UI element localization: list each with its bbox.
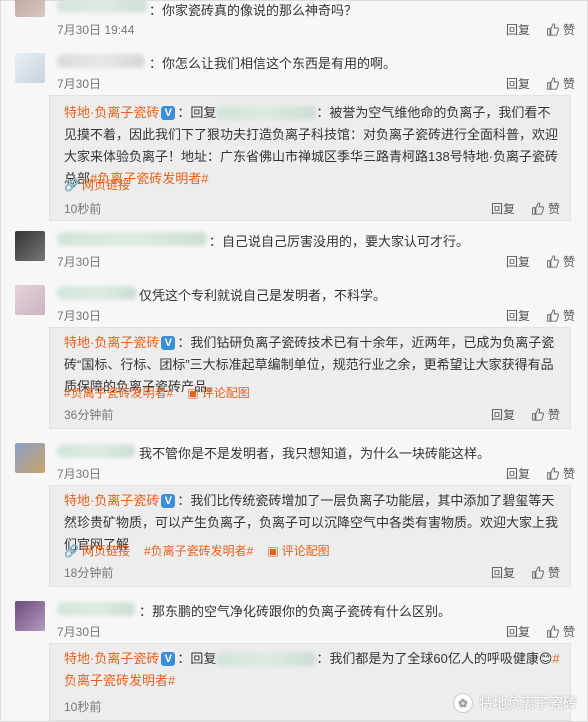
- official-reply: 特地·负离子瓷砖 V ：回复 ：被誉为空气维他命的负离子，我们看不见摸不着，因此我们下…: [49, 95, 571, 221]
- image-icon: ▣: [267, 543, 279, 558]
- reply-button[interactable]: 回复: [506, 21, 530, 38]
- web-link[interactable]: 🔗 网页链接: [64, 176, 130, 193]
- like-button[interactable]: 赞: [546, 307, 575, 324]
- hashtag-link[interactable]: #负离子瓷砖发明者#: [144, 542, 253, 559]
- username-blurred[interactable]: [57, 54, 145, 68]
- mention-blurred[interactable]: [216, 106, 317, 120]
- comment-item: 仅凭这个专利就说自己是发明者，不科学。 7月30日 回复 赞: [15, 285, 575, 325]
- avatar[interactable]: [15, 285, 45, 315]
- reply-button[interactable]: 回复: [506, 253, 530, 270]
- reply-time: 10秒前: [64, 202, 102, 216]
- reply-author[interactable]: 特地·负离子瓷砖: [64, 493, 159, 508]
- username-blurred[interactable]: [57, 444, 135, 458]
- reply-author[interactable]: 特地·负离子瓷砖: [64, 335, 159, 350]
- web-link[interactable]: 🔗 网页链接: [64, 542, 130, 559]
- link-icon: 🔗: [64, 177, 79, 192]
- username-blurred[interactable]: [57, 0, 147, 13]
- verified-badge-icon: V: [161, 494, 176, 508]
- comment-text: ：你怎么让我们相信这个东西是有用的啊。: [149, 56, 397, 71]
- reply-button[interactable]: 回复: [491, 406, 515, 423]
- avatar[interactable]: [15, 443, 45, 473]
- comment-text: 我不管你是不是发明者，我只想知道，为什么一块砖能这样。: [139, 446, 491, 461]
- comment-item: ：你怎么让我们相信这个东西是有用的啊。 7月30日 回复 赞: [15, 53, 575, 93]
- thumbs-up-icon: [532, 408, 544, 421]
- thumbs-up-icon: [547, 309, 559, 322]
- emoji-icon: 😊: [538, 651, 553, 666]
- comment-date: 7月30日: [57, 309, 102, 323]
- reply-button[interactable]: 回复: [506, 623, 530, 640]
- reply-text: 特地·负离子瓷砖 V ：回复 ：被誉为空气维他命的负离子，我们看不见摸不着，因此我们下…: [64, 105, 559, 186]
- comment-text: ：自己说自己厉害没用的，要大家认可才行。: [209, 234, 470, 249]
- comment-date: 7月30日: [57, 467, 102, 481]
- reply-author[interactable]: 特地·负离子瓷砖: [64, 651, 159, 666]
- comment-item: ：你家瓷砖真的像说的那么神奇吗？ 7月30日 19:44 回复 赞: [15, 0, 575, 38]
- reply-time: 18分钟前: [64, 566, 114, 580]
- comment-item: ：那东鹏的空气净化砖跟你的负离子瓷砖有什么区别。 7月30日 回复 赞: [15, 601, 575, 641]
- wechat-logo-icon: ✿: [453, 693, 473, 713]
- comment-item: 我不管你是不是发明者，我只想知道，为什么一块砖能这样。 7月30日 回复 赞: [15, 443, 575, 483]
- like-button[interactable]: 赞: [546, 253, 575, 270]
- thumbs-up-icon: [547, 255, 559, 268]
- comment-item: ：自己说自己厉害没用的，要大家认可才行。 7月30日 回复 赞: [15, 231, 575, 271]
- avatar[interactable]: [15, 0, 45, 17]
- reply-time: 36分钟前: [64, 408, 114, 422]
- username-blurred[interactable]: [57, 232, 207, 246]
- like-button[interactable]: 赞: [546, 75, 575, 92]
- reply-button[interactable]: 回复: [506, 307, 530, 324]
- official-reply: 特地·负离子瓷砖 V ：我们比传统瓷砖增加了一层负离子功能层，其中添加了碧玺等天然珍…: [49, 485, 571, 587]
- like-button[interactable]: 赞: [531, 200, 560, 217]
- comment-date: 7月30日: [57, 625, 102, 639]
- comment-date: 7月30日: [57, 255, 102, 269]
- hashtag-link[interactable]: #负离子瓷砖发明者#: [64, 384, 173, 401]
- avatar[interactable]: [15, 53, 45, 83]
- thumbs-up-icon: [547, 23, 559, 36]
- comment-image-link[interactable]: ▣ 评论配图: [267, 542, 329, 559]
- thumbs-up-icon: [547, 467, 559, 480]
- comment-text: ：你家瓷砖真的像说的那么神奇吗？: [149, 3, 358, 18]
- watermark: ✿ 特地负离子瓷砖: [453, 693, 577, 713]
- thumbs-up-icon: [547, 625, 559, 638]
- like-button[interactable]: 赞: [546, 623, 575, 640]
- reply-button[interactable]: 回复: [491, 200, 515, 217]
- like-button[interactable]: 赞: [531, 406, 560, 423]
- avatar[interactable]: [15, 601, 45, 631]
- mention-blurred[interactable]: [216, 652, 317, 666]
- official-reply: 特地·负离子瓷砖 V ：我们钻研负离子瓷砖技术已有十余年，近两年，已成为负离子瓷砖“…: [49, 327, 571, 429]
- thumbs-up-icon: [532, 202, 544, 215]
- reply-button[interactable]: 回复: [506, 465, 530, 482]
- thumbs-up-icon: [547, 77, 559, 90]
- reply-author[interactable]: 特地·负离子瓷砖: [64, 105, 159, 120]
- thumbs-up-icon: [532, 566, 544, 579]
- comment-list: ：你家瓷砖真的像说的那么神奇吗？ 7月30日 19:44 回复 赞 ：你怎么让我…: [0, 0, 588, 722]
- like-button[interactable]: 赞: [546, 21, 575, 38]
- comment-date: 7月30日: [57, 77, 102, 91]
- reply-text: 特地·负离子瓷砖 V ：回复 ：我们都是为了全球60亿人的呼吸健康😊#负离子瓷砖发明者…: [64, 651, 560, 688]
- link-icon: 🔗: [64, 543, 79, 558]
- username-blurred[interactable]: [57, 602, 135, 616]
- comment-text: ：那东鹏的空气净化砖跟你的负离子瓷砖有什么区别。: [139, 604, 452, 619]
- reply-button[interactable]: 回复: [506, 75, 530, 92]
- reply-time: 10秒前: [64, 700, 102, 714]
- comment-date: 7月30日 19:44: [57, 23, 135, 37]
- verified-badge-icon: V: [161, 106, 176, 120]
- reply-button[interactable]: 回复: [491, 564, 515, 581]
- verified-badge-icon: V: [161, 652, 176, 666]
- like-button[interactable]: 赞: [546, 465, 575, 482]
- image-icon: ▣: [187, 385, 199, 400]
- comment-image-link[interactable]: ▣ 评论配图: [187, 384, 249, 401]
- avatar[interactable]: [15, 231, 45, 261]
- like-button[interactable]: 赞: [531, 564, 560, 581]
- comment-text: 仅凭这个专利就说自己是发明者，不科学。: [139, 288, 387, 303]
- username-blurred[interactable]: [57, 286, 137, 300]
- verified-badge-icon: V: [161, 336, 176, 350]
